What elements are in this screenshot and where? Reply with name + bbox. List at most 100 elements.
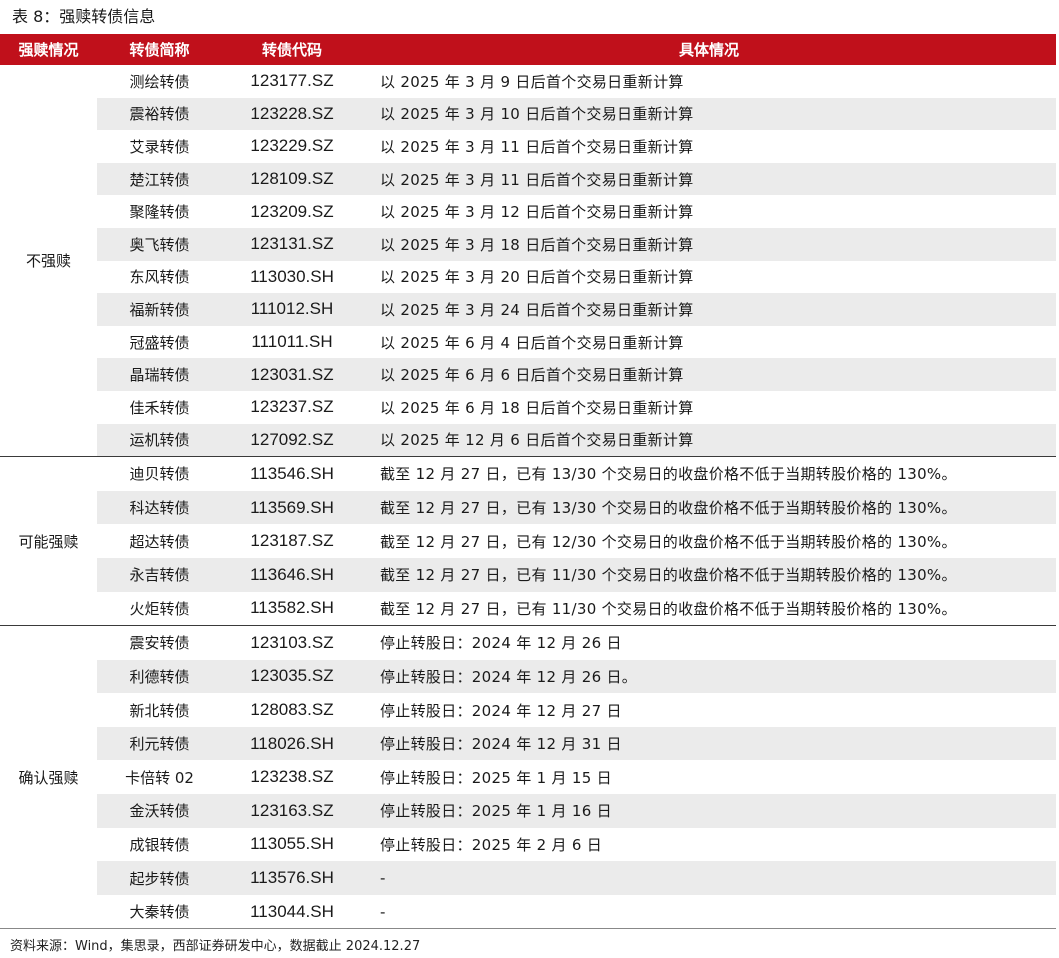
detail-cell: 截至 12 月 27 日，已有 12/30 个交易日的收盘价格不低于当期转股价格… — [380, 532, 957, 551]
table-row: 永吉转债 113646.SH 截至 12 月 27 日，已有 11/30 个交易日的… — [97, 557, 1056, 592]
detail-cell: 以 2025 年 3 月 24 日后首个交易日重新计算 — [380, 300, 694, 319]
detail-cell: 停止转股日：2024 年 12 月 26 日。 — [380, 667, 638, 686]
table-row: 运机转债 127092.SZ 以 2025 年 12 月 6 日后首个交易日重新计算 — [97, 423, 1056, 457]
bond-name-cell: 晶瑞转债 — [129, 366, 190, 385]
header-redemption-status: 强赎情况 — [18, 41, 79, 59]
table-row: 聚隆转债 123209.SZ 以 2025 年 3 月 12 日后首个交易日重新计算 — [97, 195, 1056, 228]
detail-cell: - — [380, 902, 386, 921]
bond-name-cell: 聚隆转债 — [129, 203, 190, 222]
detail-cell: - — [380, 869, 386, 888]
table-row: 金沃转债 123163.SZ 停止转股日：2025 年 1 月 16 日 — [97, 794, 1056, 828]
bond-code-cell: 111012.SH — [250, 299, 334, 319]
bond-code-cell: 123031.SZ — [250, 364, 334, 384]
table-row: 新北转债 128083.SZ 停止转股日：2024 年 12 月 27 日 — [97, 693, 1056, 727]
detail-cell: 停止转股日：2025 年 1 月 16 日 — [380, 802, 612, 821]
bond-name-cell: 利元转债 — [129, 735, 190, 754]
group-rows: 测绘转债 123177.SZ 以 2025 年 3 月 9 日后首个交易日重新计算震… — [97, 65, 1056, 457]
bond-name-cell: 永吉转债 — [129, 566, 190, 585]
bond-name-cell: 超达转债 — [129, 532, 190, 551]
bond-code-cell: 123229.SZ — [250, 136, 334, 156]
table-row: 福新转债 111012.SH 以 2025 年 3 月 24 日后首个交易日重新计算 — [97, 293, 1056, 326]
bond-name-cell: 奥飞转债 — [129, 235, 190, 254]
table-row: 利元转债 118026.SH 停止转股日：2024 年 12 月 31 日 — [97, 726, 1056, 761]
detail-cell: 以 2025 年 6 月 18 日后首个交易日重新计算 — [380, 398, 694, 417]
bond-table: 强赎情况 转债简称 转债代码 具体情况 不强赎 测绘转债 123177.SZ 以 20… — [0, 34, 1056, 930]
bond-code-cell: 113044.SH — [250, 901, 334, 921]
bond-code-cell: 111011.SH — [251, 332, 333, 352]
bond-code-cell: 113546.SH — [250, 463, 334, 483]
bond-code-cell: 123237.SZ — [250, 397, 334, 417]
bond-name-cell: 佳禾转债 — [129, 398, 190, 417]
bond-code-cell: 123131.SZ — [250, 234, 334, 254]
bond-code-cell: 123103.SZ — [250, 632, 334, 652]
bond-name-cell: 东风转债 — [129, 268, 190, 287]
bond-name-cell: 测绘转债 — [129, 72, 190, 91]
table-title: 表 8：强赎转债信息 — [12, 7, 156, 26]
table-header: 强赎情况 转债简称 转债代码 具体情况 — [0, 34, 1056, 65]
table-row: 楚江转债 128109.SZ 以 2025 年 3 月 11 日后首个交易日重新计算 — [97, 162, 1056, 196]
bond-code-cell: 113646.SH — [250, 564, 334, 584]
detail-cell: 截至 12 月 27 日，已有 13/30 个交易日的收盘价格不低于当期转股价格… — [380, 499, 957, 518]
detail-cell: 截至 12 月 27 日，已有 11/30 个交易日的收盘价格不低于当期转股价格… — [380, 599, 957, 618]
bond-code-cell: 123177.SZ — [250, 71, 334, 91]
table-row: 震安转债 123103.SZ 停止转股日：2024 年 12 月 26 日 — [97, 626, 1056, 660]
table-row: 利德转债 123035.SZ 停止转股日：2024 年 12 月 26 日。 — [97, 659, 1056, 694]
table-row: 成银转债 113055.SH 停止转股日：2025 年 2 月 6 日 — [97, 828, 1056, 862]
bond-name-cell: 运机转债 — [129, 431, 190, 450]
bond-name-cell: 震安转债 — [129, 634, 190, 653]
table-row: 佳禾转债 123237.SZ 以 2025 年 6 月 18 日后首个交易日重新计算 — [97, 391, 1056, 424]
bond-code-cell: 123209.SZ — [250, 201, 334, 221]
header-bond-code: 转债代码 — [261, 41, 322, 59]
bond-name-cell: 迪贝转债 — [129, 465, 190, 484]
bond-code-cell: 128109.SZ — [250, 169, 334, 189]
source-note: 资料来源：Wind，集思录，西部证券研发中心，数据截止 2024.12.27 — [10, 939, 421, 954]
detail-cell: 以 2025 年 12 月 6 日后首个交易日重新计算 — [380, 431, 694, 450]
detail-cell: 以 2025 年 3 月 11 日后首个交易日重新计算 — [380, 170, 694, 189]
table-row: 科达转债 113569.SH 截至 12 月 27 日，已有 13/30 个交易日的… — [97, 490, 1056, 525]
table-row: 起步转债 113576.SH - — [97, 861, 1056, 895]
bond-code-cell: 118026.SH — [250, 733, 334, 753]
header-details: 具体情况 — [678, 41, 739, 59]
bond-code-cell: 123238.SZ — [250, 767, 334, 787]
table-row: 超达转债 123187.SZ 截至 12 月 27 日，已有 12/30 个交易日的… — [97, 524, 1056, 558]
detail-cell: 停止转股日：2025 年 2 月 6 日 — [380, 835, 603, 854]
bond-name-cell: 科达转债 — [129, 499, 190, 518]
bond-code-cell: 123163.SZ — [250, 800, 334, 820]
table-row: 艾录转债 123229.SZ 以 2025 年 3 月 11 日后首个交易日重新计算 — [97, 130, 1056, 163]
bond-code-cell: 113030.SH — [250, 266, 334, 286]
group-rows: 迪贝转债 113546.SH 截至 12 月 27 日，已有 13/30 个交易日的… — [97, 457, 1056, 625]
detail-cell: 停止转股日：2024 年 12 月 26 日 — [380, 634, 622, 653]
table-row: 震裕转债 123228.SZ 以 2025 年 3 月 10 日后首个交易日重新计算 — [97, 97, 1056, 131]
table-row: 冠盛转债 111011.SH 以 2025 年 6 月 4 日后首个交易日重新计算 — [97, 326, 1056, 359]
bond-name-cell: 卡倍转 02 — [125, 768, 194, 787]
status-group: 可能强赎 迪贝转债 113546.SH 截至 12 月 27 日，已有 13/30 个… — [0, 457, 1056, 627]
table-row: 迪贝转债 113546.SH 截至 12 月 27 日，已有 13/30 个交易日的… — [97, 457, 1056, 491]
table-row: 测绘转债 123177.SZ 以 2025 年 3 月 9 日后首个交易日重新计算 — [97, 65, 1056, 98]
status-group-label: 不强赎 — [25, 252, 71, 271]
bond-name-cell: 利德转债 — [129, 667, 190, 686]
bond-name-cell: 震裕转债 — [129, 105, 190, 124]
bond-name-cell: 金沃转债 — [129, 802, 190, 821]
detail-cell: 停止转股日：2024 年 12 月 31 日 — [380, 735, 622, 754]
status-group-label: 可能强赎 — [18, 532, 79, 551]
bond-code-cell: 123187.SZ — [250, 531, 334, 551]
table-row: 晶瑞转债 123031.SZ 以 2025 年 6 月 6 日后首个交易日重新计算 — [97, 358, 1056, 391]
detail-cell: 以 2025 年 3 月 11 日后首个交易日重新计算 — [380, 137, 694, 156]
bond-name-cell: 福新转债 — [129, 300, 190, 319]
bond-code-cell: 113569.SH — [250, 497, 334, 517]
detail-cell: 以 2025 年 3 月 20 日后首个交易日重新计算 — [380, 268, 694, 287]
detail-cell: 截至 12 月 27 日，已有 13/30 个交易日的收盘价格不低于当期转股价格… — [380, 465, 957, 484]
bond-name-cell: 艾录转债 — [129, 137, 190, 156]
detail-cell: 以 2025 年 3 月 10 日后首个交易日重新计算 — [380, 105, 694, 124]
header-bond-name: 转债简称 — [129, 41, 190, 59]
table-row: 卡倍转 02 123238.SZ 停止转股日：2025 年 1 月 15 日 — [97, 760, 1056, 794]
table-row: 火炬转债 113582.SH 截至 12 月 27 日，已有 11/30 个交易日的… — [97, 592, 1056, 626]
bond-code-cell: 113576.SH — [250, 868, 334, 888]
bond-name-cell: 冠盛转债 — [129, 333, 190, 352]
table-body: 不强赎 测绘转债 123177.SZ 以 2025 年 3 月 9 日后首个交易日重新… — [0, 65, 1056, 930]
bond-name-cell: 新北转债 — [129, 701, 190, 720]
detail-cell: 以 2025 年 3 月 12 日后首个交易日重新计算 — [380, 203, 694, 222]
bond-code-cell: 128083.SZ — [250, 700, 334, 720]
detail-cell: 停止转股日：2025 年 1 月 15 日 — [380, 768, 612, 787]
bond-code-cell: 123035.SZ — [250, 666, 334, 686]
